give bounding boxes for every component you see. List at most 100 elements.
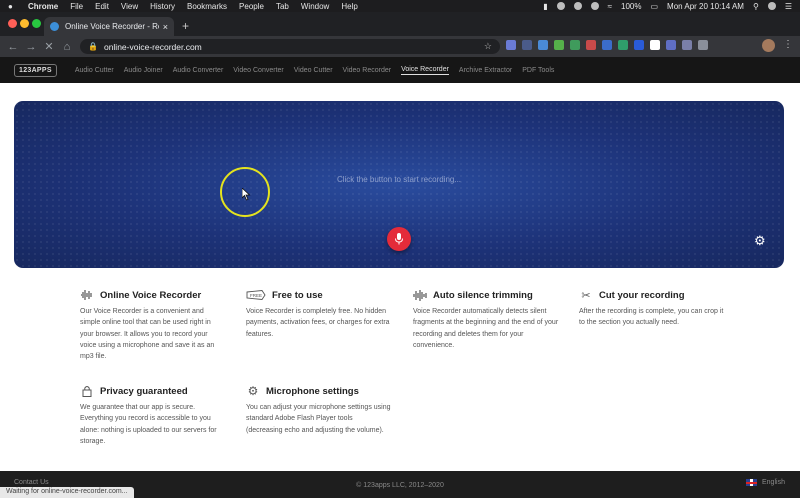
language-selector[interactable]: English	[746, 479, 785, 486]
extension-icon-4[interactable]	[554, 40, 564, 50]
feature-privacy-guaranteed: Privacy guaranteed We guarantee that our…	[80, 384, 220, 447]
menu-help[interactable]: Help	[341, 2, 357, 11]
extension-icon-10[interactable]	[650, 40, 660, 50]
menu-bookmarks[interactable]: Bookmarks	[187, 2, 227, 11]
nav-pdf-tools[interactable]: PDF Tools	[522, 67, 554, 74]
menu-people[interactable]: People	[239, 2, 264, 11]
siri-icon[interactable]	[767, 2, 776, 10]
scissors-icon: ✂	[581, 289, 591, 302]
nav-video-recorder[interactable]: Video Recorder	[343, 67, 392, 74]
feature-description: Voice Recorder is completely free. No hi…	[246, 308, 390, 338]
extension-icon-5[interactable]	[570, 40, 580, 50]
new-tab-button[interactable]: +	[182, 19, 189, 33]
window-zoom-button[interactable]	[32, 19, 41, 28]
menu-bar-status-area: ▮ ≈ 100% ▭ Mon Apr 20 10:14 AM ⚲ ☰	[534, 2, 792, 11]
extension-icon-9[interactable]	[634, 40, 644, 50]
home-button[interactable]: ⌂	[58, 41, 76, 53]
lock-icon	[80, 385, 94, 397]
browser-tab[interactable]: Online Voice Recorder - Record ×	[44, 17, 174, 36]
tab-favicon-icon	[50, 22, 59, 31]
window-close-button[interactable]	[8, 19, 17, 28]
extension-icon-2[interactable]	[522, 40, 532, 50]
profile-avatar[interactable]	[762, 39, 775, 52]
feature-free-to-use: FREE Free to use Voice Recorder is compl…	[246, 288, 396, 340]
site-logo[interactable]: 123APPS	[14, 63, 57, 77]
browser-status-bar: Waiting for online-voice-recorder.com...	[0, 487, 134, 498]
macos-menu-bar: ● Chrome File Edit View History Bookmark…	[0, 0, 800, 12]
feature-auto-silence-trimming: Auto silence trimming Voice Recorder aut…	[413, 288, 561, 351]
extension-icon-7[interactable]	[602, 40, 612, 50]
settings-gear-icon[interactable]: ⚙	[754, 233, 766, 249]
stop-loading-button[interactable]: ✕	[40, 40, 58, 53]
waveform-icon	[80, 289, 94, 301]
clock[interactable]: Mon Apr 20 10:14 AM	[667, 2, 744, 11]
extension-icon-11[interactable]	[666, 40, 676, 50]
feature-title: Cut your recording	[599, 289, 685, 301]
back-button[interactable]: ←	[4, 41, 22, 53]
url-text[interactable]: online-voice-recorder.com	[104, 42, 202, 52]
feature-microphone-settings: ⚙ Microphone settings You can adjust you…	[246, 384, 391, 436]
feature-cut-your-recording: ✂ Cut your recording After the recording…	[579, 288, 724, 329]
browser-menu-icon[interactable]: ⋮	[783, 39, 793, 50]
status-icon-3[interactable]	[590, 2, 599, 10]
nav-voice-recorder[interactable]: Voice Recorder	[401, 66, 449, 75]
recording-hint: Click the button to start recording...	[336, 175, 462, 184]
extension-icon-1[interactable]	[506, 40, 516, 50]
tab-close-icon[interactable]: ×	[163, 22, 168, 32]
menu-view[interactable]: View	[121, 2, 138, 11]
nav-audio-joiner[interactable]: Audio Joiner	[124, 67, 163, 74]
extension-icon-12[interactable]	[682, 40, 692, 50]
feature-description: We guarantee that our app is secure. Eve…	[80, 404, 217, 445]
extension-icon-3[interactable]	[538, 40, 548, 50]
lock-icon[interactable]: 🔒	[88, 42, 98, 51]
nav-video-cutter[interactable]: Video Cutter	[294, 67, 333, 74]
extensions-area	[506, 40, 714, 50]
status-icon-2[interactable]	[573, 2, 582, 10]
feature-description: You can adjust your microphone settings …	[246, 404, 391, 434]
battery-percent[interactable]: 100%	[621, 2, 641, 11]
nav-archive-extractor[interactable]: Archive Extractor	[459, 67, 512, 74]
menu-tab[interactable]: Tab	[276, 2, 289, 11]
bookmark-star-icon[interactable]: ☆	[484, 41, 492, 52]
audio-bars-icon	[413, 289, 427, 301]
start-recording-button[interactable]	[387, 227, 411, 251]
wifi-icon[interactable]: ≈	[608, 2, 612, 11]
tab-title: Online Voice Recorder - Record	[65, 22, 159, 31]
free-tag-icon: FREE	[246, 289, 266, 301]
nav-audio-converter[interactable]: Audio Converter	[173, 67, 224, 74]
menu-edit[interactable]: Edit	[95, 2, 109, 11]
nav-video-converter[interactable]: Video Converter	[233, 67, 283, 74]
gear-icon: ⚙	[247, 384, 259, 398]
browser-tab-strip: Online Voice Recorder - Record × +	[0, 12, 800, 36]
feature-description: After the recording is complete, you can…	[579, 308, 724, 327]
feature-title: Auto silence trimming	[433, 289, 533, 301]
feature-title: Privacy guaranteed	[100, 385, 188, 397]
forward-button[interactable]: →	[22, 41, 40, 53]
feature-online-voice-recorder: Online Voice Recorder Our Voice Recorder…	[80, 288, 225, 362]
extension-icon-6[interactable]	[586, 40, 596, 50]
menu-app-name[interactable]: Chrome	[28, 2, 58, 11]
menu-file[interactable]: File	[70, 2, 83, 11]
mouse-cursor-icon	[242, 188, 251, 201]
svg-text:FREE: FREE	[250, 293, 262, 298]
menu-window[interactable]: Window	[301, 2, 329, 11]
language-label: English	[762, 479, 785, 486]
status-icon-1[interactable]	[556, 2, 565, 10]
apple-menu-icon[interactable]: ●	[8, 2, 18, 11]
feature-description: Voice Recorder automatically detects sil…	[413, 308, 559, 349]
battery-icon[interactable]: ▭	[650, 2, 658, 11]
feature-description: Our Voice Recorder is a convenient and s…	[80, 308, 215, 361]
feature-title: Online Voice Recorder	[100, 289, 202, 301]
microphone-status-icon[interactable]: ▮	[543, 2, 547, 11]
window-minimize-button[interactable]	[20, 19, 29, 28]
extension-icon-13[interactable]	[698, 40, 708, 50]
nav-audio-cutter[interactable]: Audio Cutter	[75, 67, 114, 74]
microphone-icon	[395, 233, 403, 245]
spotlight-icon[interactable]: ⚲	[753, 2, 759, 11]
address-bar[interactable]: 🔒 online-voice-recorder.com ☆	[80, 39, 500, 54]
browser-toolbar: ← → ✕ ⌂ 🔒 online-voice-recorder.com ☆ ⋮	[0, 36, 800, 57]
uk-flag-icon	[746, 479, 757, 486]
control-center-icon[interactable]: ☰	[785, 2, 792, 11]
extension-icon-8[interactable]	[618, 40, 628, 50]
menu-history[interactable]: History	[150, 2, 175, 11]
